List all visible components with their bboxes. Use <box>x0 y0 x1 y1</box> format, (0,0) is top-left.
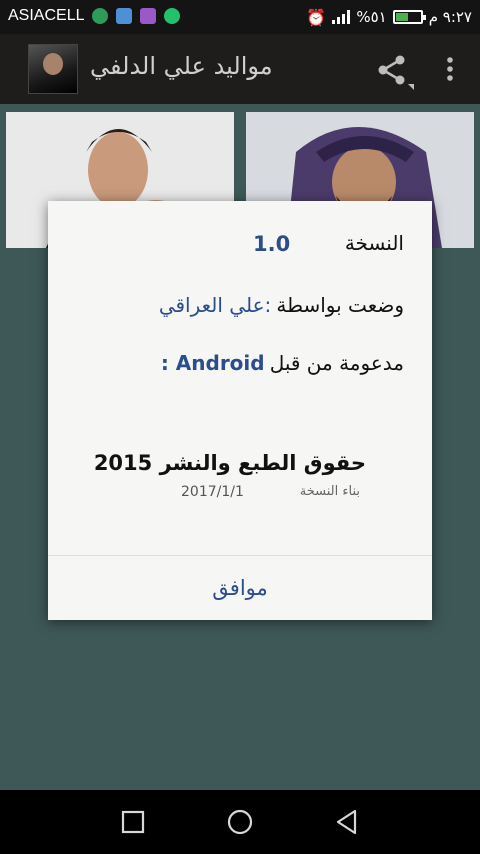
alarm-icon: ⏰ <box>306 7 327 27</box>
clock: ٩:٢٧ م <box>428 8 472 26</box>
app-notification-icon <box>92 8 108 24</box>
build-label: بناء النسخة <box>299 484 360 499</box>
author-label: وضعت بواسطة <box>276 293 404 317</box>
app-bar: مواليد علي الدلفي <box>0 34 480 104</box>
author-row: وضعت بواسطة :علي العراقي <box>48 293 432 317</box>
back-icon[interactable] <box>333 808 361 836</box>
supported-label: مدعومة من قبل <box>269 351 404 375</box>
home-icon[interactable] <box>226 808 254 836</box>
app-title: مواليد علي الدلفي <box>90 52 273 80</box>
recent-apps-icon[interactable] <box>119 808 147 836</box>
navigation-bar <box>0 790 480 854</box>
whatsapp-icon <box>164 8 180 24</box>
app-avatar <box>28 44 78 94</box>
supported-row: مدعومة من قبل Android : <box>48 351 432 375</box>
ok-button[interactable]: موافق <box>48 556 432 620</box>
version-value: 1.0 <box>253 232 291 256</box>
battery-percent: %٥١ <box>356 8 387 26</box>
battery-fill <box>395 13 408 21</box>
about-dialog: النسخة 1.0 وضعت بواسطة :علي العراقي مدعو… <box>48 201 432 620</box>
status-right-group: ⏰ %٥١ ٩:٢٧ م <box>306 6 472 28</box>
battery-icon <box>392 10 426 24</box>
signal-icon <box>332 10 351 24</box>
supported-value: Android : <box>160 351 265 375</box>
version-label: النسخة <box>344 231 404 255</box>
gallery-icon <box>140 8 156 24</box>
copyright-text: حقوق الطبع والنشر 2015 <box>93 451 366 475</box>
carrier-name: ASIACELL <box>8 7 85 24</box>
overflow-menu-icon[interactable] <box>440 54 460 84</box>
message-icon <box>116 8 132 24</box>
status-bar: ASIACELL ⏰ %٥١ ٩:٢٧ م <box>0 0 480 34</box>
share-icon[interactable] <box>374 52 414 92</box>
build-date: 2017/1/1 <box>181 484 244 500</box>
author-value: :علي العراقي <box>158 293 272 317</box>
